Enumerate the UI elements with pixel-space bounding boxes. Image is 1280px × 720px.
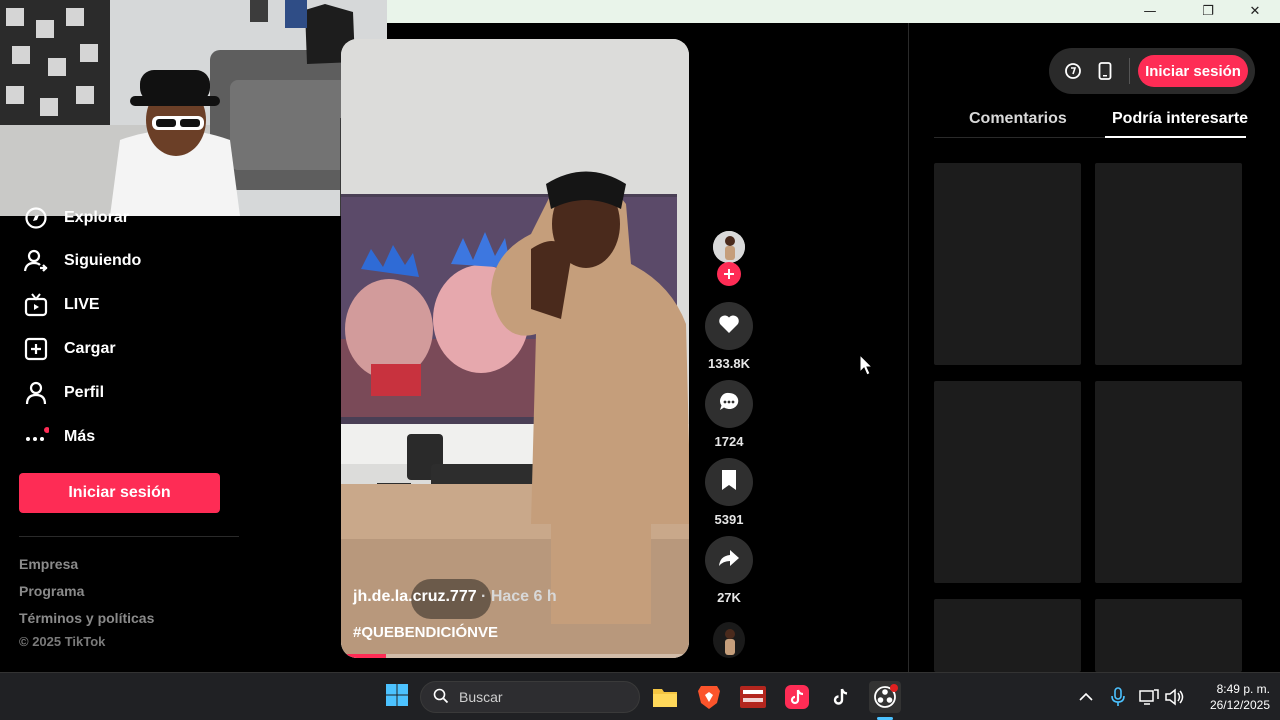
video-player[interactable]: jh.de.la.cruz.777 · Hace 6 h #QUEBENDICI… — [341, 39, 689, 658]
suggested-video-thumbnail[interactable] — [1095, 599, 1242, 672]
video-progress[interactable] — [341, 654, 689, 658]
like-count: 133.8K — [708, 356, 750, 371]
like-button[interactable] — [705, 302, 753, 350]
volume-icon[interactable] — [1162, 681, 1186, 713]
copyright: © 2025 TikTok — [19, 634, 106, 649]
post-time: · Hace 6 h — [476, 588, 557, 605]
creator-avatar[interactable] — [713, 231, 745, 263]
window-titlebar: — ❐ ✕ — [387, 0, 1280, 23]
video-author[interactable]: jh.de.la.cruz.777 · Hace 6 h — [353, 588, 557, 606]
phone-app-icon[interactable] — [1093, 59, 1117, 83]
author-name[interactable]: jh.de.la.cruz.777 — [353, 588, 477, 605]
more-dots-icon — [20, 421, 52, 453]
sidebar-item-cargar[interactable]: Cargar — [20, 333, 116, 365]
video-hashtag[interactable]: #QUEBENDICIÓNVE — [353, 624, 498, 641]
clock-date: 26/12/2025 — [1209, 698, 1270, 712]
person-icon — [20, 377, 52, 409]
tab-comentarios[interactable]: Comentarios — [969, 110, 1067, 128]
microphone-icon[interactable] — [1106, 681, 1130, 713]
bookmark-icon — [719, 469, 739, 496]
tab-podria-interesarte[interactable]: Podría interesarte — [1112, 110, 1248, 128]
minimize-button[interactable]: — — [1127, 0, 1173, 23]
comment-icon — [717, 390, 741, 419]
comment-count: 1724 — [714, 434, 744, 449]
obs-studio-icon[interactable] — [869, 681, 901, 713]
sidebar-item-label: Siguiendo — [64, 252, 142, 269]
sidebar-item-live[interactable]: LIVE — [20, 289, 100, 321]
tray-chevron-up-icon[interactable] — [1074, 681, 1098, 713]
search-placeholder: Buscar — [459, 689, 503, 705]
start-button[interactable] — [381, 681, 413, 713]
mouse-cursor-icon — [859, 354, 873, 376]
active-tab-indicator — [1105, 136, 1246, 138]
compass-icon — [20, 202, 52, 234]
share-arrow-icon — [717, 546, 741, 575]
webcam-overlay — [0, 0, 387, 216]
file-explorer-icon[interactable] — [649, 681, 681, 713]
webcam-image — [0, 0, 387, 216]
suggested-video-thumbnail[interactable] — [1095, 163, 1242, 365]
sidebar-item-explorar[interactable]: Explorar — [20, 202, 129, 234]
sidebar-item-label: LIVE — [64, 296, 100, 313]
tiktok-app-icon[interactable] — [781, 681, 813, 713]
sidebar-item-siguiendo[interactable]: Siguiendo — [20, 245, 141, 277]
heart-icon — [717, 312, 741, 341]
sidebar: Explorar Siguiendo LIVE Cargar Perfil Má… — [0, 207, 240, 672]
share-count: 27K — [717, 590, 741, 605]
network-icon[interactable] — [1137, 681, 1161, 713]
voicemeeter-icon[interactable] — [737, 681, 769, 713]
suggested-video-thumbnail[interactable] — [934, 599, 1081, 672]
suggested-video-thumbnail[interactable] — [934, 163, 1081, 365]
coin-icon[interactable] — [1061, 59, 1085, 83]
share-button[interactable] — [705, 536, 753, 584]
user-follow-icon — [20, 245, 52, 277]
search-icon — [433, 688, 449, 707]
sidebar-item-perfil[interactable]: Perfil — [20, 377, 104, 409]
suggested-video-thumbnail[interactable] — [934, 381, 1081, 583]
suggested-video-thumbnail[interactable] — [1095, 381, 1242, 583]
taskbar: Buscar 8:49 p. m. 26/12/2025 — [0, 672, 1280, 720]
header-login-button[interactable]: Iniciar sesión — [1138, 55, 1248, 87]
maximize-button[interactable]: ❐ — [1185, 0, 1231, 23]
taskbar-search[interactable]: Buscar — [420, 681, 640, 713]
sidebar-item-label: Explorar — [64, 209, 129, 226]
upload-plus-icon — [20, 333, 52, 365]
windows-logo-icon — [385, 683, 409, 712]
sidebar-item-label: Perfil — [64, 384, 105, 401]
login-button[interactable]: Iniciar sesión — [19, 473, 220, 513]
footer-link-programa[interactable]: Programa — [19, 583, 84, 599]
sidebar-item-label: Cargar — [64, 340, 116, 357]
footer-link-terminos[interactable]: Términos y políticas — [19, 610, 154, 626]
system-clock[interactable]: 8:49 p. m. 26/12/2025 — [1196, 681, 1270, 713]
live-tv-icon — [20, 289, 52, 321]
video-progress-fill — [341, 654, 387, 658]
clock-time: 8:49 p. m. — [1216, 682, 1270, 696]
save-count: 5391 — [714, 512, 744, 527]
pill-separator — [1129, 58, 1130, 84]
tiktok-browser-icon[interactable] — [825, 681, 857, 713]
footer-link-empresa[interactable]: Empresa — [19, 556, 78, 572]
video-frame — [341, 39, 689, 658]
brave-browser-icon[interactable] — [693, 681, 725, 713]
follow-plus-icon[interactable] — [717, 262, 741, 286]
sidebar-item-mas[interactable]: Más — [20, 421, 95, 453]
save-button[interactable] — [705, 458, 753, 506]
comment-button[interactable] — [705, 380, 753, 428]
sidebar-item-label: Más — [64, 428, 96, 445]
right-panel-divider — [908, 23, 909, 672]
close-button[interactable]: ✕ — [1232, 0, 1278, 23]
sidebar-divider — [19, 536, 239, 537]
music-disc[interactable] — [713, 622, 745, 658]
